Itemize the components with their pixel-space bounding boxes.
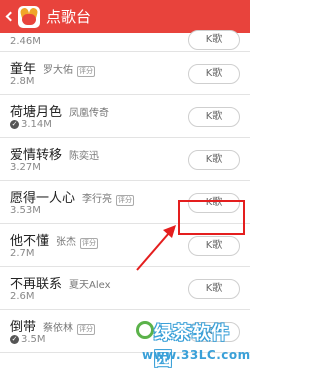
song-artist: 李行亮 [82,194,113,205]
k-song-button[interactable]: K歌 [188,107,240,127]
review-badge[interactable]: 评分 [77,324,96,335]
back-button[interactable] [0,0,16,33]
watermark-logo-icon [136,321,154,339]
song-meta: 2.8M [10,76,35,87]
song-artist: 夏天Alex [69,280,111,291]
k-song-button[interactable]: K歌 [188,150,240,170]
song-info: 不再联系 夏天Alex [10,273,111,292]
k-song-button[interactable]: K歌 [188,236,240,256]
song-meta: 2.46M [10,36,41,47]
song-artist: 罗大佑 [43,65,74,76]
file-size: 2.8M [10,76,35,87]
review-badge[interactable]: 评分 [77,66,96,77]
song-title: 爱情转移 [10,148,63,163]
verified-check-icon: ✓ [10,335,19,344]
song-title: 童年 [10,62,37,77]
song-artist: 陈奕迅 [69,151,100,162]
k-song-button[interactable]: K歌 [188,64,240,84]
song-row[interactable]: 不再联系 夏天Alex 2.6M K歌 [0,267,250,310]
song-artist: 凤凰传奇 [69,108,110,119]
app-header: 点歌台 [0,0,250,33]
song-title: 不再联系 [10,277,63,292]
song-row[interactable]: 童年 罗大佑 评分 2.8M K歌 [0,52,250,95]
page-title: 点歌台 [46,8,92,26]
song-title: 他不懂 [10,234,50,249]
file-size: 2.46M [10,36,41,47]
file-size: 2.6M [10,291,35,302]
song-info: 倒带 蔡依林 评分 [10,316,96,335]
file-size: 3.5M [21,334,46,345]
watermark: 绿茶软件园 www.33LC.com [136,319,251,371]
file-size: 3.14M [21,119,52,130]
song-artist: 张杰 [56,237,77,248]
song-title: 倒带 [10,320,37,335]
highlight-box [178,200,245,235]
song-meta: 2.7M [10,248,35,259]
song-row[interactable]: 荷塘月色 凤凰传奇 ✓ 3.14M K歌 [0,95,250,138]
song-meta: 3.27M [10,162,41,173]
verified-check-icon: ✓ [10,120,19,129]
song-artist: 蔡依林 [43,323,74,334]
k-song-button[interactable]: K歌 [188,279,240,299]
song-title: 荷塘月色 [10,105,63,120]
file-size: 2.7M [10,248,35,259]
song-title: 愿得一人心 [10,191,76,206]
song-meta: 3.53M [10,205,41,216]
watermark-url: www.33LC.com [142,348,251,362]
review-badge[interactable]: 评分 [116,195,135,206]
song-row[interactable]: 爱情转移 陈奕迅 3.27M K歌 [0,138,250,181]
song-meta: ✓ 3.14M [10,119,52,130]
file-size: 3.27M [10,162,41,173]
song-info: 荷塘月色 凤凰传奇 [10,101,109,120]
song-meta: ✓ 3.5M [10,334,46,345]
app-logo-icon [18,5,40,28]
back-arrow-icon [5,11,16,22]
song-info: 愿得一人心 李行亮 评分 [10,187,135,206]
review-badge[interactable]: 评分 [80,238,99,249]
file-size: 3.53M [10,205,41,216]
song-info: 童年 罗大佑 评分 [10,58,96,77]
song-list: 2.46M K歌 童年 罗大佑 评分 2.8M K歌 荷塘月色 凤凰传奇 ✓ 3.14M K歌 爱情转移… [0,30,250,353]
song-row[interactable]: 2.46M K歌 [0,30,250,52]
song-meta: 2.6M [10,291,35,302]
song-info: 他不懂 张杰 评分 [10,230,99,249]
song-info: 爱情转移 陈奕迅 [10,144,99,163]
k-song-button[interactable]: K歌 [188,30,240,50]
watermark-name: 绿茶软件园 [154,323,230,370]
